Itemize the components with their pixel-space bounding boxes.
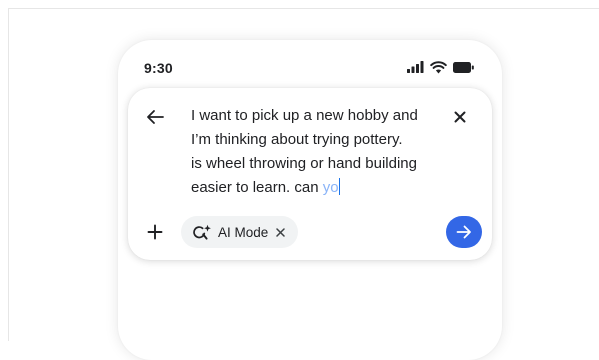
close-icon [454,111,466,123]
text-cursor [338,178,341,195]
query-line-3: is wheel throwing or hand building [191,155,417,172]
search-card: I want to pick up a new hobby and I’m th… [128,88,492,260]
query-line-2: I’m thinking about trying pottery. [191,131,403,148]
remove-chip-button[interactable] [276,225,286,239]
back-button[interactable] [142,104,168,130]
battery-icon [453,61,474,73]
status-bar: 9:30 [118,40,502,90]
frame-divider-top [8,8,599,9]
clear-query-button[interactable] [448,105,472,129]
ai-mode-chip[interactable]: AI Mode [181,216,299,248]
query-line-4-text: easier to learn. can [191,179,323,196]
plus-icon [147,224,163,240]
ai-search-sparkle-icon [193,224,211,240]
ai-mode-label: AI Mode [218,224,269,240]
wifi-icon [430,60,447,73]
submit-search-button[interactable] [446,216,482,248]
search-query-input[interactable]: I want to pick up a new hobby and I’m th… [191,104,431,200]
arrow-right-icon [456,225,471,239]
phone-screen: 9:30 I want to pick up a new hobby and I… [118,40,502,360]
arrow-left-icon [147,110,164,124]
status-time: 9:30 [144,60,173,76]
status-icons [407,60,474,74]
add-attachment-button[interactable] [143,220,167,244]
screenshot-frame: 9:30 I want to pick up a new hobby and I… [0,0,599,360]
query-line-1: I want to pick up a new hobby and [191,107,418,124]
signal-icon [407,61,424,73]
query-line-4: easier to learn. can yo [191,176,431,200]
autocomplete-suggestion: yo [322,179,339,196]
close-icon [276,228,286,237]
frame-divider-left [8,8,9,341]
